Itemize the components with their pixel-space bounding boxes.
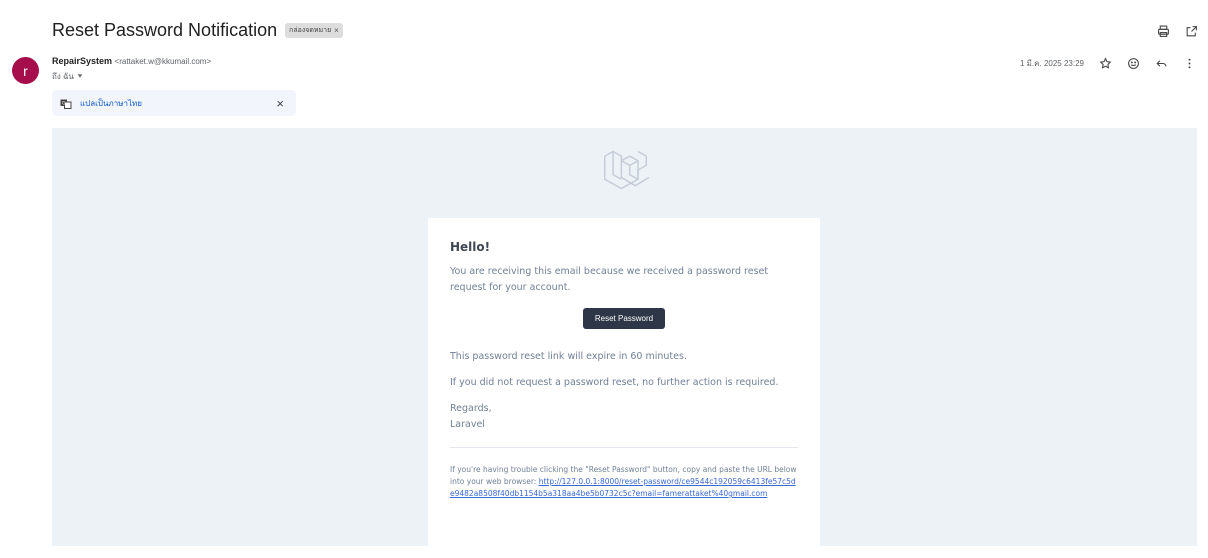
email-subject: Reset Password Notification xyxy=(52,20,278,40)
laravel-logo-icon xyxy=(602,146,650,194)
intro-text: You are receiving this email because we … xyxy=(450,266,769,293)
inbox-label-chip[interactable]: กล่องจดหมาย × xyxy=(285,23,343,38)
email-card: Hello! You are receiving this email beca… xyxy=(428,218,820,558)
top-actions xyxy=(1156,24,1198,38)
open-in-new-window-icon[interactable] xyxy=(1184,24,1198,38)
email-body-canvas: Hello! You are receiving this email beca… xyxy=(52,128,1197,558)
label-chip-text: กล่องจดหมาย xyxy=(289,27,332,34)
translate-close-button[interactable]: × xyxy=(276,96,284,111)
reset-password-button[interactable]: Reset Password xyxy=(582,308,666,329)
translate-bar: G แปลเป็นภาษาไทย × xyxy=(52,90,296,116)
regards-block: Regards, Laravel xyxy=(450,401,798,433)
signature-text: Laravel xyxy=(450,419,485,430)
label-chip-remove[interactable]: × xyxy=(334,26,339,35)
avatar-letter: r xyxy=(23,62,28,79)
translate-icon: G xyxy=(60,97,72,109)
message-meta-actions: 1 มี.ค. 2025 23:29 xyxy=(1020,56,1196,70)
greeting-heading: Hello! xyxy=(450,240,491,254)
expire-text: This password reset link will expire in … xyxy=(450,351,687,362)
star-icon[interactable] xyxy=(1098,56,1112,70)
regards-text: Regards, xyxy=(450,403,492,414)
reply-icon[interactable] xyxy=(1154,56,1168,70)
sender-info: RepairSystem <rattaket.w@kkumail.com> xyxy=(52,56,211,66)
emoji-icon[interactable] xyxy=(1126,56,1140,70)
message-date: 1 มี.ค. 2025 23:29 xyxy=(1019,58,1084,68)
chevron-down-icon[interactable] xyxy=(76,72,84,82)
to-me-label: ถึง ฉัน xyxy=(52,72,74,81)
printer-icon[interactable] xyxy=(1156,24,1170,38)
no-action-text: If you did not request a password reset,… xyxy=(450,377,779,388)
svg-text:G: G xyxy=(62,101,66,107)
sender-name[interactable]: RepairSystem xyxy=(52,56,112,66)
more-vertical-icon[interactable] xyxy=(1182,56,1196,70)
subject-row: Reset Password Notification กล่องจดหมาย … xyxy=(52,20,343,41)
translate-link[interactable]: แปลเป็นภาษาไทย xyxy=(80,97,142,110)
recipient-line[interactable]: ถึง ฉัน xyxy=(52,70,84,83)
sender-avatar[interactable]: r xyxy=(12,57,39,84)
subcopy: If you're having trouble clicking the "R… xyxy=(450,447,798,500)
sender-email: <rattaket.w@kkumail.com> xyxy=(114,57,212,66)
